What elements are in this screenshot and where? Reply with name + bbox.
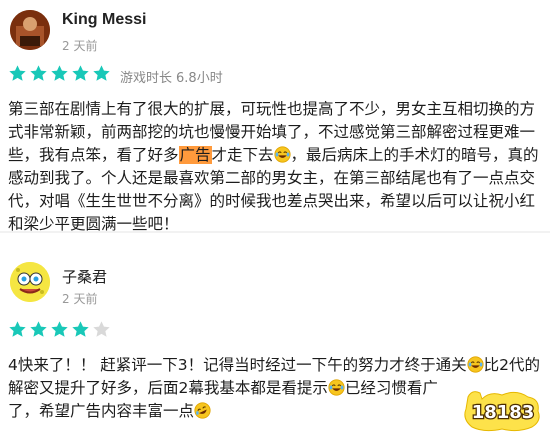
username[interactable]: King Messi — [62, 11, 146, 29]
laughing-emoji-icon — [467, 356, 484, 373]
star-rating — [8, 64, 111, 83]
star-filled-icon — [30, 321, 47, 337]
watermark-text: 18183 — [472, 402, 535, 423]
star-empty-icon — [93, 321, 110, 337]
site-logo-watermark: 18183 — [464, 391, 540, 432]
highlighted-word: 广告 — [178, 146, 212, 164]
star-filled-icon — [72, 321, 89, 337]
avatar-image — [10, 262, 50, 302]
avatar[interactable] — [10, 10, 50, 50]
avatar-image — [10, 10, 50, 50]
star-rating — [8, 320, 111, 339]
star-filled-icon — [93, 65, 110, 81]
review-text-part: 已经习惯看广 — [344, 379, 438, 397]
username[interactable]: 子桑君 — [62, 266, 107, 287]
post-time: 2 天前 — [62, 39, 98, 53]
laughing-emoji-icon — [328, 379, 345, 396]
star-filled-icon — [9, 321, 26, 337]
review-text-part: 了，希望广告内容丰富一点 — [8, 402, 195, 420]
review-text-part: 4快来了！！ 赶紧评一下3！记得当时经过一下午的努力才终于通关 — [8, 356, 467, 374]
star-filled-icon — [30, 65, 47, 81]
playtime-label: 游戏时长 — [120, 71, 173, 86]
playtime-value: 6.8小时 — [176, 71, 223, 86]
laughing-emoji-icon — [273, 146, 291, 163]
star-filled-icon — [51, 321, 68, 337]
rofl-emoji-icon — [194, 402, 211, 419]
star-filled-icon — [9, 65, 26, 81]
review-text: 第三部在剧情上有了很大的扩展，可玩性也提高了不少，男女主互相切换的方式非常新颖，… — [8, 98, 542, 236]
star-filled-icon — [72, 65, 89, 81]
avatar[interactable] — [10, 262, 50, 302]
star-filled-icon — [51, 65, 68, 81]
post-time: 2 天前 — [62, 292, 98, 306]
review-text-part: 才走下去 — [211, 146, 274, 164]
review-card: King Messi 2 天前 游戏时长 6.8小时 第三部在剧情上有了很大的扩展… — [0, 0, 550, 233]
playtime: 游戏时长 6.8小时 — [120, 67, 227, 86]
